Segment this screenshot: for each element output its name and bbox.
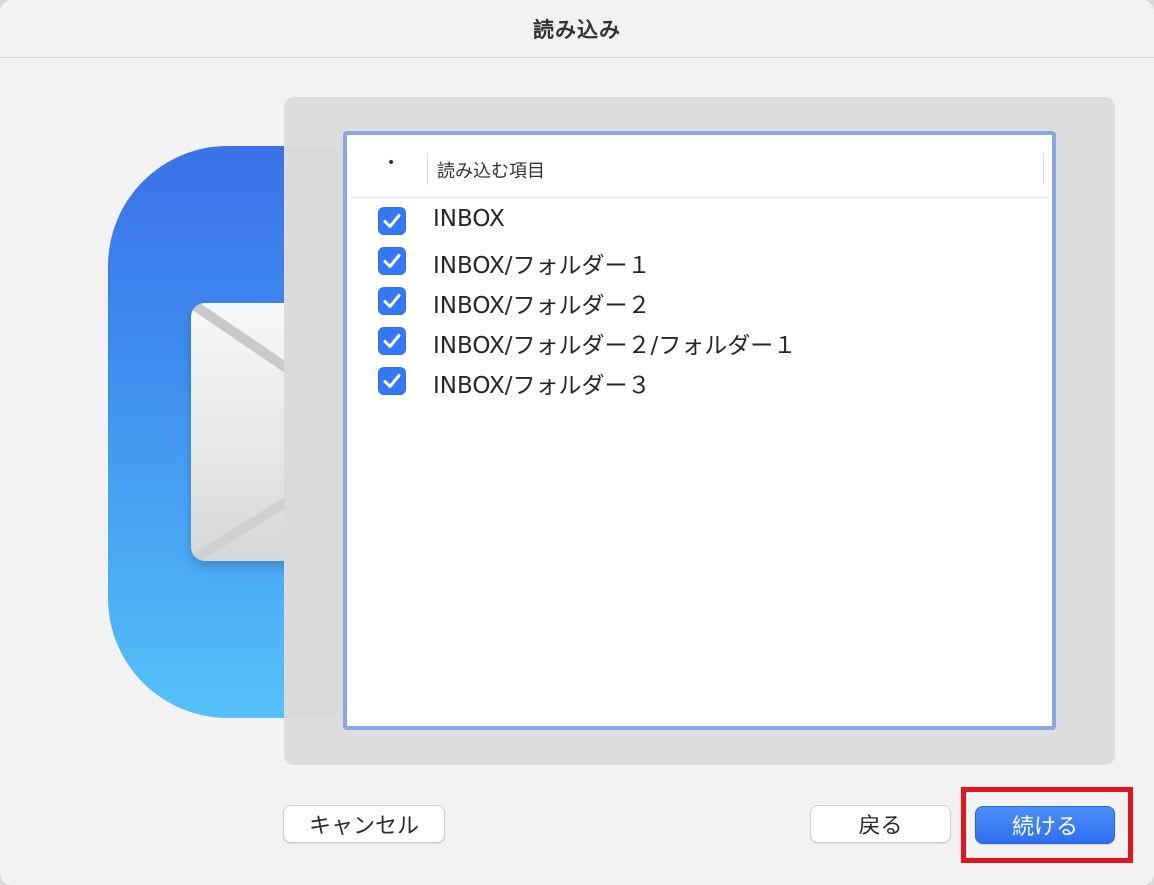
table-row[interactable]: INBOX/フォルダー２/フォルダー１ (351, 321, 1048, 361)
checkmark-icon (383, 374, 401, 388)
item-checkbox[interactable] (378, 367, 406, 395)
import-items-table[interactable]: • 読み込む項目 INBOX INBOX/フォルダー１ INBOX/フォルダー２… (343, 131, 1056, 730)
continue-highlight-box (961, 787, 1133, 863)
header-items-column[interactable]: 読み込む項目 (437, 157, 545, 183)
item-checkbox[interactable] (378, 247, 406, 275)
table-header: • 読み込む項目 (351, 139, 1048, 198)
checkmark-icon (383, 214, 401, 228)
title-bar: 読み込み (0, 0, 1154, 58)
item-label: INBOX/フォルダー２ (433, 293, 651, 319)
item-label: INBOX/フォルダー１ (433, 253, 651, 279)
column-divider-right (1043, 153, 1044, 185)
checkmark-icon (383, 254, 401, 268)
header-check-column[interactable]: • (387, 155, 395, 171)
table-rows: INBOX INBOX/フォルダー１ INBOX/フォルダー２ INBOX/フォ… (351, 201, 1048, 401)
table-row[interactable]: INBOX/フォルダー１ (351, 241, 1048, 281)
table-row[interactable]: INBOX/フォルダー３ (351, 361, 1048, 401)
table-row[interactable]: INBOX (351, 201, 1048, 241)
cancel-button[interactable]: キャンセル (283, 805, 445, 843)
item-label: INBOX/フォルダー３ (433, 373, 651, 399)
window-title: 読み込み (533, 17, 621, 42)
back-button[interactable]: 戻る (810, 805, 951, 843)
item-checkbox[interactable] (378, 287, 406, 315)
panel-overlay (284, 146, 346, 718)
item-checkbox[interactable] (378, 207, 406, 235)
item-checkbox[interactable] (378, 327, 406, 355)
table-body: • 読み込む項目 INBOX INBOX/フォルダー１ INBOX/フォルダー２… (351, 139, 1048, 722)
item-label: INBOX/フォルダー２/フォルダー１ (433, 333, 797, 359)
checkmark-icon (383, 334, 401, 348)
column-divider (427, 153, 428, 185)
table-row[interactable]: INBOX/フォルダー２ (351, 281, 1048, 321)
item-label: INBOX (433, 206, 505, 232)
checkmark-icon (383, 294, 401, 308)
import-dialog-window: 読み込み • 読み込む項目 INBOX INBOX/フォルダー１ INBOX/フ… (0, 0, 1154, 885)
